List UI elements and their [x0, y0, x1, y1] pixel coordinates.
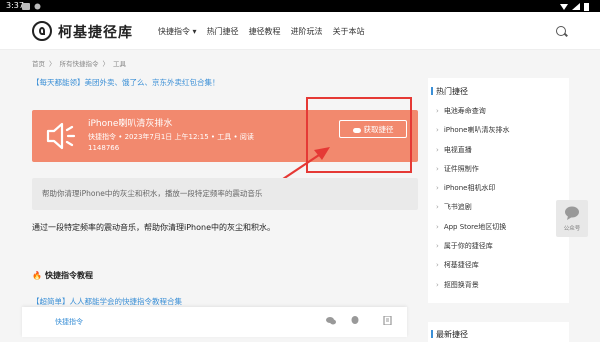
main-description: 通过一段特定频率的震动音乐，帮助你清理iPhone中的灰尘和积水。	[32, 223, 276, 232]
wechat-public-account-button[interactable]: 公众号	[556, 200, 588, 237]
sidebar-item[interactable]: iPhone喇叭清灰排水	[436, 125, 566, 144]
section-title-text: 快捷指令教程	[44, 271, 93, 280]
description-box: 帮助你清理iPhone中的灰尘和积水，播放一段特定频率的震动音乐	[32, 178, 418, 210]
chat-bubble-icon	[565, 206, 579, 220]
sidebar-item[interactable]: 电视直播	[436, 145, 566, 164]
sidebar-item[interactable]: 属于你的捷径库	[436, 241, 566, 260]
sidebar-list: 电池寿命查询 iPhone喇叭清灰排水 电视直播 证件照制作 iPhone相机水…	[436, 106, 566, 299]
sidebar-item[interactable]: 抠图换背景	[436, 280, 566, 299]
sidebar-heading-latest: 最新捷径	[431, 330, 468, 339]
tutorial-link[interactable]: 【超简单】人人都能学会的快捷指令教程合集	[32, 296, 182, 307]
sidebar-item[interactable]: 飞书追剧	[436, 202, 566, 221]
sidebar-item[interactable]: 柯基捷径库	[436, 260, 566, 279]
description-text: 帮助你清理iPhone中的灰尘和积水，播放一段特定频率的震动音乐	[42, 189, 263, 198]
sidebar-item[interactable]: iPhone相机水印	[436, 183, 566, 202]
bottom-share-bar: 快捷指令	[22, 307, 407, 337]
bookmark-icon[interactable]	[383, 316, 393, 325]
qq-icon[interactable]	[350, 316, 360, 325]
fire-icon: 🔥	[32, 271, 42, 280]
sidebar-item[interactable]: 证件照制作	[436, 164, 566, 183]
section-title: 🔥 快捷指令教程	[32, 270, 93, 281]
sidebar-item[interactable]: 电池寿命查询	[436, 106, 566, 125]
wechat-label: 公众号	[563, 226, 581, 232]
sidebar-hot-shortcuts: 热门捷径 电池寿命查询 iPhone喇叭清灰排水 电视直播 证件照制作 iPho…	[428, 78, 569, 303]
sidebar-heading: 热门捷径	[431, 87, 468, 96]
wechat-icon[interactable]	[326, 316, 336, 325]
sidebar-item[interactable]: App Store地区切换	[436, 222, 566, 241]
sidebar-latest-shortcuts: 最新捷径	[428, 322, 569, 342]
bottom-bar-label[interactable]: 快捷指令	[55, 317, 83, 327]
